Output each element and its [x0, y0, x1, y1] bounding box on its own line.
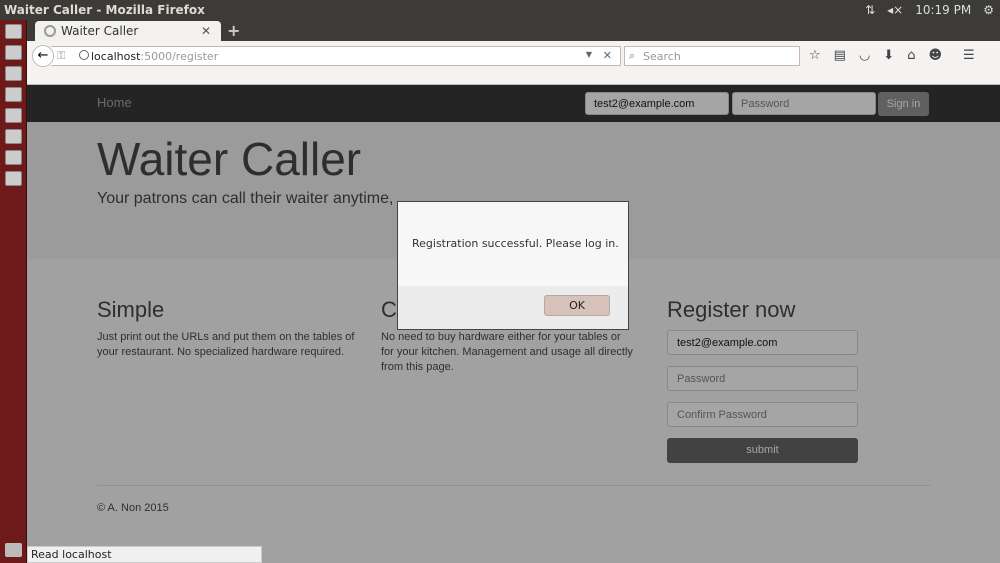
search-input[interactable]: ⌕ Search	[624, 46, 800, 66]
status-bar: Read localhost	[27, 546, 262, 563]
launcher-app-icon[interactable]	[5, 150, 22, 165]
url-host: localhost	[91, 50, 141, 63]
dropdown-icon[interactable]: ▼	[586, 50, 592, 59]
home-icon[interactable]: ⌂	[907, 48, 915, 63]
key-icon: ⚿	[57, 49, 66, 62]
volume-icon[interactable]: ◂×	[887, 3, 903, 17]
launcher-app-icon[interactable]	[5, 171, 22, 186]
dialog-message: Registration successful. Please log in.	[412, 237, 619, 250]
ok-button[interactable]: OK	[544, 295, 610, 316]
close-tab-icon[interactable]: ✕	[201, 24, 211, 38]
launcher-app-icon[interactable]	[5, 108, 22, 123]
power-gear-icon[interactable]: ⚙	[983, 3, 994, 17]
launcher-app-icon[interactable]	[5, 87, 22, 102]
stop-icon[interactable]: ✕	[603, 49, 612, 62]
back-button[interactable]: ←	[32, 45, 54, 67]
pocket-icon[interactable]: ◡	[859, 48, 870, 63]
launcher-app-icon[interactable]	[5, 66, 22, 81]
tab-strip: Waiter Caller ✕ +	[27, 20, 1000, 42]
reading-list-icon[interactable]: ▤	[834, 48, 846, 63]
trash-icon[interactable]	[5, 543, 22, 557]
alert-dialog: Registration successful. Please log in. …	[397, 201, 629, 330]
launcher-app-icon[interactable]	[5, 45, 22, 60]
bookmark-star-icon[interactable]: ☆	[809, 48, 821, 63]
network-icon[interactable]: ⇅	[865, 3, 875, 17]
globe-icon	[79, 50, 89, 60]
launcher-app-icon[interactable]	[5, 129, 22, 144]
url-bar[interactable]: ⚿ localhost:5000/register ▼ ✕	[51, 46, 621, 66]
clock[interactable]: 10:19 PM	[915, 3, 971, 17]
launcher	[0, 20, 27, 563]
window-title: Waiter Caller - Mozilla Firefox	[4, 3, 205, 17]
search-icon: ⌕	[629, 49, 636, 62]
os-top-bar: Waiter Caller - Mozilla Firefox ⇅ ◂× 10:19…	[0, 0, 1000, 20]
launcher-app-icon[interactable]	[5, 24, 22, 39]
search-placeholder: Search	[643, 50, 681, 63]
chat-icon[interactable]: ☻	[928, 48, 942, 63]
url-path: :5000/register	[140, 50, 219, 63]
download-icon[interactable]: ⬇	[883, 48, 894, 63]
menu-icon[interactable]: ☰	[963, 48, 975, 63]
new-tab-icon[interactable]: +	[227, 21, 240, 40]
loading-icon	[44, 25, 56, 37]
browser-toolbar: ⚿ localhost:5000/register ▼ ✕ ← ⌕ Search ☆ ▤ ◡…	[27, 41, 1000, 85]
tab-label: Waiter Caller	[61, 24, 139, 38]
tab-waiter-caller[interactable]: Waiter Caller ✕	[35, 21, 221, 42]
